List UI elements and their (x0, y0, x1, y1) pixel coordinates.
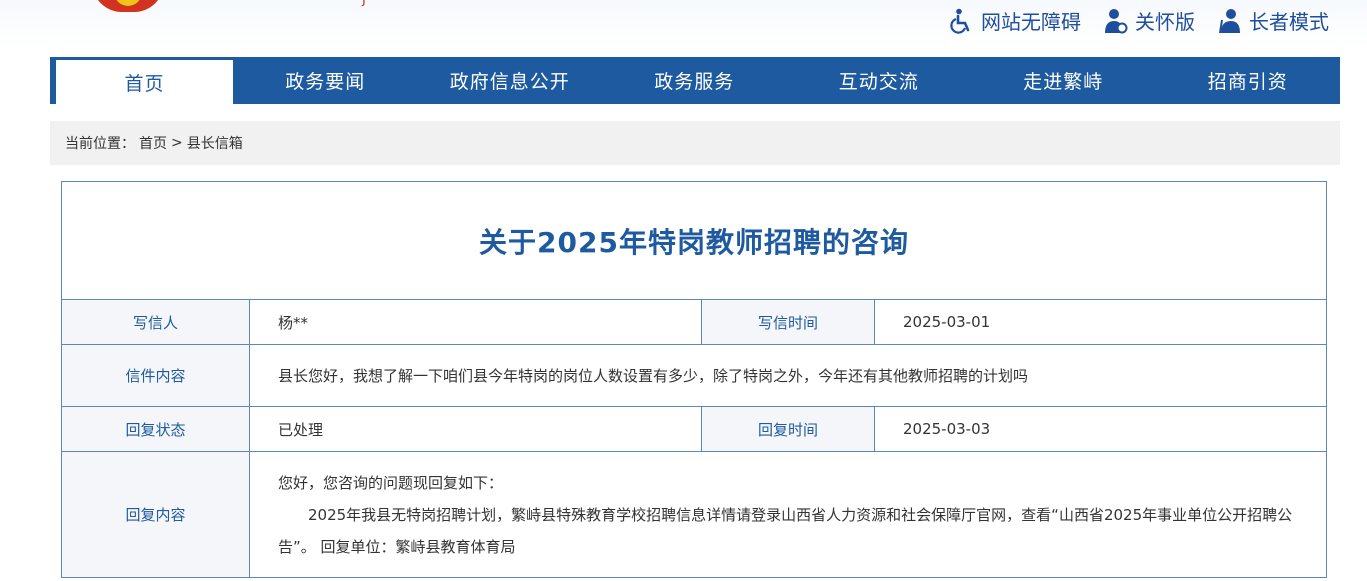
nav-info-disclosure[interactable]: 政府信息公开 (418, 57, 603, 104)
breadcrumb-home-link[interactable]: 首页 (139, 133, 167, 153)
breadcrumb-separator: > (171, 135, 183, 151)
reply-row: 回复内容 您好，您咨询的问题现回复如下： 2025年我县无特岗招聘计划，繁峙县特… (62, 452, 1326, 577)
status-value: 已处理 (250, 407, 702, 451)
writer-label: 写信人 (62, 300, 250, 344)
reply-body: 2025年我县无特岗招聘计划，繁峙县特殊教育学校招聘信息详情请登录山西省人力资源… (278, 505, 1293, 556)
reply-greeting: 您好，您咨询的问题现回复如下： (278, 473, 504, 492)
care-version-button[interactable]: 关怀版 (1103, 6, 1195, 35)
accessibility-label: 网站无障碍 (981, 10, 1081, 34)
breadcrumb-prefix: 当前位置： (65, 136, 135, 152)
elder-mode-label: 长者模式 (1249, 10, 1329, 34)
writer-row: 写信人 杨** 写信时间 2025-03-01 (62, 300, 1326, 345)
content-label: 信件内容 (62, 345, 250, 406)
care-person-icon (1103, 7, 1129, 35)
letter-table: 关于2025年特岗教师招聘的咨询 写信人 杨** 写信时间 2025-03-01… (61, 181, 1327, 578)
reply-label: 回复内容 (62, 452, 250, 577)
elder-mode-button[interactable]: 长者模式 (1217, 6, 1329, 35)
status-row: 回复状态 已处理 回复时间 2025-03-03 (62, 407, 1326, 452)
nav-home[interactable]: 首页 (56, 60, 233, 104)
breadcrumb-current[interactable]: 县长信箱 (187, 133, 243, 153)
status-label: 回复状态 (62, 407, 250, 451)
accessibility-toolbar: 网站无障碍 关怀版 长者模式 (927, 6, 1329, 35)
national-emblem-logo (92, 0, 164, 12)
write-date-label: 写信时间 (702, 300, 875, 344)
letter-title: 关于2025年特岗教师招聘的咨询 (479, 225, 909, 259)
reply-date-value: 2025-03-03 (903, 420, 991, 438)
write-date-value: 2025-03-01 (903, 313, 991, 331)
breadcrumb: 当前位置： 首页 > 县长信箱 (50, 121, 1340, 165)
reply-date-label: 回复时间 (702, 407, 875, 451)
writer-value: 杨** (250, 300, 702, 344)
top-header: ʃ 网站无障碍 关怀版 (0, 0, 1367, 48)
main-nav: 首页 政务要闻 政府信息公开 政务服务 互动交流 走进繁峙 招商引资 (50, 57, 1340, 104)
letter-title-row: 关于2025年特岗教师招聘的咨询 (62, 182, 1326, 300)
site-logo-fragment: ʃ (362, 0, 376, 6)
nav-government-news[interactable]: 政务要闻 (233, 57, 418, 104)
elder-person-icon (1217, 7, 1243, 35)
content-row: 信件内容 县长您好，我想了解一下咱们县今年特岗的岗位人数设置有多少，除了特岗之外… (62, 345, 1326, 407)
accessibility-button[interactable]: 网站无障碍 (949, 6, 1081, 35)
nav-investment[interactable]: 招商引资 (1156, 57, 1341, 104)
nav-government-services[interactable]: 政务服务 (602, 57, 787, 104)
content-value: 县长您好，我想了解一下咱们县今年特岗的岗位人数设置有多少，除了特岗之外，今年还有… (278, 367, 1029, 385)
nav-interaction[interactable]: 互动交流 (787, 57, 972, 104)
reply-content: 您好，您咨询的问题现回复如下： 2025年我县无特岗招聘计划，繁峙县特殊教育学校… (250, 452, 1326, 577)
care-version-label: 关怀版 (1135, 10, 1195, 34)
wheelchair-icon (949, 7, 975, 35)
nav-about-fanshi[interactable]: 走进繁峙 (971, 57, 1156, 104)
